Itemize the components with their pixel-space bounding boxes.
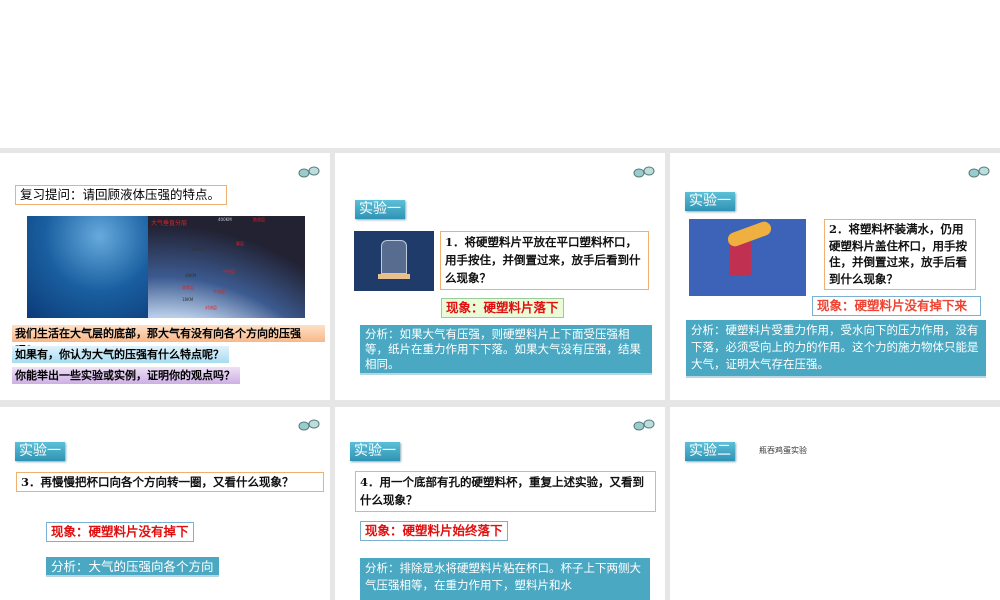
diver-photo (27, 216, 148, 318)
binoculars-icon (633, 419, 655, 431)
analysis-box: 分析：硬塑料片受重力作用，受水向下的压力作用，没有下落，必须受向上的力的作用。这… (686, 320, 986, 378)
slide-6[interactable]: 实验二 瓶吞鸡蛋实验 (670, 407, 1000, 600)
cup-photo (354, 231, 434, 291)
question-bar-2: 如果有，你认为大气的压强有什么特点呢？ (12, 346, 229, 363)
question-box: 2．将塑料杯装满水，仍用硬塑料片盖住杯口，用手按住，并倒置过来，放手后看到什么现… (824, 219, 976, 290)
analysis-box: 分析：大气的压强向各个方向 (46, 557, 219, 577)
experiment-label: 实验一 (355, 200, 405, 219)
experiment-label: 实验一 (15, 442, 65, 461)
slide-2[interactable]: 实验一 1．将硬塑料片平放在平口塑料杯口，用手按住，并倒置过来，放手后看到什么现… (335, 153, 665, 400)
question-bar-1: 我们生活在大气层的底部，那大气有没有向各个方向的压强呢？ (12, 325, 325, 357)
slide-1[interactable]: 复习提问：请回顾液体压强的特点。 大气垂直分层 400KM 散逸层 暖层 80K… (0, 153, 330, 400)
question-box: 1．将硬塑料片平放在平口塑料杯口，用手按住，并倒置过来，放手后看到什么现象？ (440, 231, 649, 290)
observation-box: 现象：硬塑料片落下 (441, 298, 564, 318)
observation-box: 现象：硬塑料片始终落下 (360, 521, 508, 541)
question-bar-3: 你能举出一些实验或实例，证明你的观点吗？ (12, 367, 240, 384)
review-question: 复习提问：请回顾液体压强的特点。 (15, 185, 227, 205)
slide-4[interactable]: 实验一 3．再慢慢把杯口向各个方向转一圈，又看什么现象？ 现象：硬塑料片没有掉下… (0, 407, 330, 600)
binoculars-icon (633, 166, 655, 178)
experiment-label: 实验二 (685, 442, 735, 461)
water-cup-photo (689, 219, 806, 296)
blank-area (0, 0, 1000, 148)
experiment-label: 实验一 (350, 442, 400, 461)
binoculars-icon (298, 419, 320, 431)
question-box: 4．用一个底部有孔的硬塑料杯，重复上述实验，又看到什么现象？ (355, 471, 656, 512)
binoculars-icon (298, 166, 320, 178)
observation-box: 现象：硬塑料片没有掉下 (46, 522, 194, 542)
question-box: 3．再慢慢把杯口向各个方向转一圈，又看什么现象？ (16, 472, 324, 492)
observation-box: 现象：硬塑料片没有掉下来 (812, 296, 981, 316)
slide-5[interactable]: 实验一 4．用一个底部有孔的硬塑料杯，重复上述实验，又看到什么现象？ 现象：硬塑… (335, 407, 665, 600)
analysis-box: 分析：排除是水将硬塑料片粘在杯口。杯子上下两侧大气压强相等，在重力作用下，塑料片… (360, 558, 650, 600)
atmosphere-diagram: 大气垂直分层 400KM 散逸层 暖层 80KM 中间层 48KM 臭氧层 平流… (148, 216, 305, 318)
slide-3[interactable]: 实验一 2．将塑料杯装满水，仍用硬塑料片盖住杯口，用手按住，并倒置过来，放手后看… (670, 153, 1000, 400)
binoculars-icon (968, 166, 990, 178)
experiment-label: 实验一 (685, 192, 735, 211)
experiment-caption: 瓶吞鸡蛋实验 (759, 446, 807, 455)
analysis-box: 分析：如果大气有压强，则硬塑料片上下面受压强相等，纸片在重力作用下下落。如果大气… (360, 325, 652, 375)
